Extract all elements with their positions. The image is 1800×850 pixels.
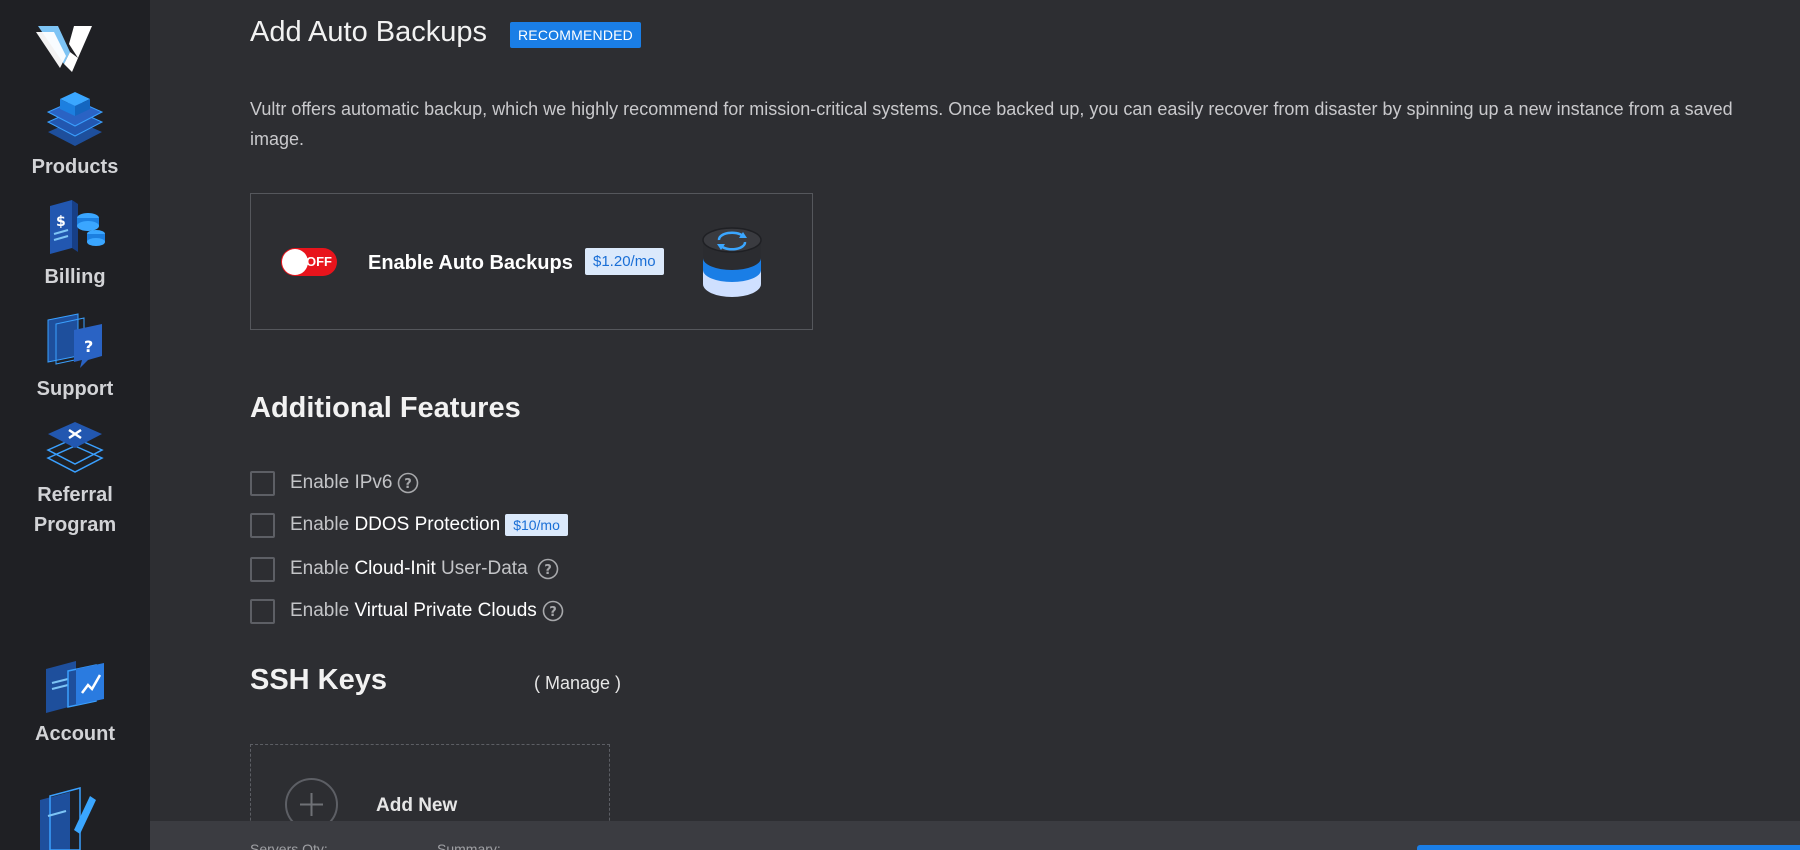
feature-ipv6[interactable]: Enable IPv6 ? xyxy=(250,470,419,496)
ddos-price: $10/mo xyxy=(505,514,568,536)
bottom-summary-bar: Servers Qty: Summary: xyxy=(150,821,1800,850)
feature-vpc[interactable]: Enable Virtual Private Clouds ? xyxy=(250,598,564,624)
ssh-keys-title: SSH Keys xyxy=(250,664,388,696)
cloud-init-checkbox[interactable] xyxy=(250,556,275,582)
auto-backups-label: Enable Auto Backups xyxy=(368,252,573,274)
ssh-manage-link[interactable]: ( Manage ) xyxy=(534,673,621,694)
sidebar-item-label: Account xyxy=(35,723,115,745)
auto-backups-price: $1.20/mo xyxy=(585,248,664,275)
sidebar-item-billing[interactable]: $ Billing xyxy=(0,200,150,292)
add-new-label: Add New xyxy=(376,795,458,816)
feature-ddos[interactable]: Enable DDOS Protection $10/mo xyxy=(250,512,568,538)
auto-backups-card[interactable]: OFF Enable Auto Backups $1.20/mo xyxy=(250,193,813,330)
ipv6-checkbox[interactable] xyxy=(250,470,275,496)
toggle-knob xyxy=(282,249,308,275)
billing-icon: $ xyxy=(50,200,105,254)
sidebar-item-label: Program xyxy=(33,514,117,536)
database-backup-icon xyxy=(702,227,762,297)
svg-text:?: ? xyxy=(405,477,413,492)
backups-description: Vultr offers automatic backup, which we … xyxy=(250,99,1733,149)
help-icon[interactable]: ? xyxy=(542,600,564,622)
support-icon: ? xyxy=(47,313,102,368)
auto-backups-toggle[interactable]: OFF xyxy=(281,248,337,276)
features-title: Additional Features xyxy=(250,392,521,424)
svg-text:$: $ xyxy=(56,214,66,230)
sidebar-item-account[interactable]: Account xyxy=(0,655,150,749)
servers-qty-label: Servers Qty: xyxy=(250,841,328,850)
sidebar-item-label: Support xyxy=(36,378,114,400)
sidebar-item-support[interactable]: ? Support xyxy=(0,310,150,404)
edit-icon[interactable] xyxy=(36,786,102,850)
sidebar-item-label: Products xyxy=(31,156,119,178)
sidebar: Products $ Billing ? Support Referral Pr… xyxy=(0,0,150,850)
products-icon xyxy=(46,92,104,146)
main-content: Add Auto Backups RECOMMENDED Vultr offer… xyxy=(150,0,1800,850)
toggle-state: OFF xyxy=(306,254,332,269)
feature-label: Enable Virtual Private Clouds xyxy=(290,600,537,621)
sidebar-item-label: Referral xyxy=(37,484,113,506)
vultr-logo-icon[interactable] xyxy=(36,22,94,72)
svg-text:?: ? xyxy=(84,337,93,356)
vpc-checkbox[interactable] xyxy=(250,598,275,624)
svg-text:?: ? xyxy=(544,563,552,578)
deploy-button[interactable] xyxy=(1417,845,1800,850)
feature-label: Enable DDOS Protection xyxy=(290,514,501,535)
help-icon[interactable]: ? xyxy=(537,558,559,580)
ddos-checkbox[interactable] xyxy=(250,512,275,538)
svg-text:?: ? xyxy=(549,605,557,620)
backups-title: Add Auto Backups xyxy=(250,16,487,48)
feature-cloud-init[interactable]: Enable Cloud-Init User-Data ? xyxy=(250,556,559,582)
recommended-badge: RECOMMENDED xyxy=(510,22,641,48)
feature-label: Enable Cloud-Init User-Data xyxy=(290,558,528,579)
help-icon[interactable]: ? xyxy=(397,472,419,494)
summary-label: Summary: xyxy=(437,841,501,850)
sidebar-item-referral[interactable]: Referral Program xyxy=(0,418,150,540)
sidebar-item-products[interactable]: Products xyxy=(0,90,150,182)
feature-label: Enable IPv6 xyxy=(290,472,393,493)
account-icon xyxy=(46,661,104,713)
referral-icon xyxy=(46,422,104,473)
sidebar-item-label: Billing xyxy=(44,266,106,288)
